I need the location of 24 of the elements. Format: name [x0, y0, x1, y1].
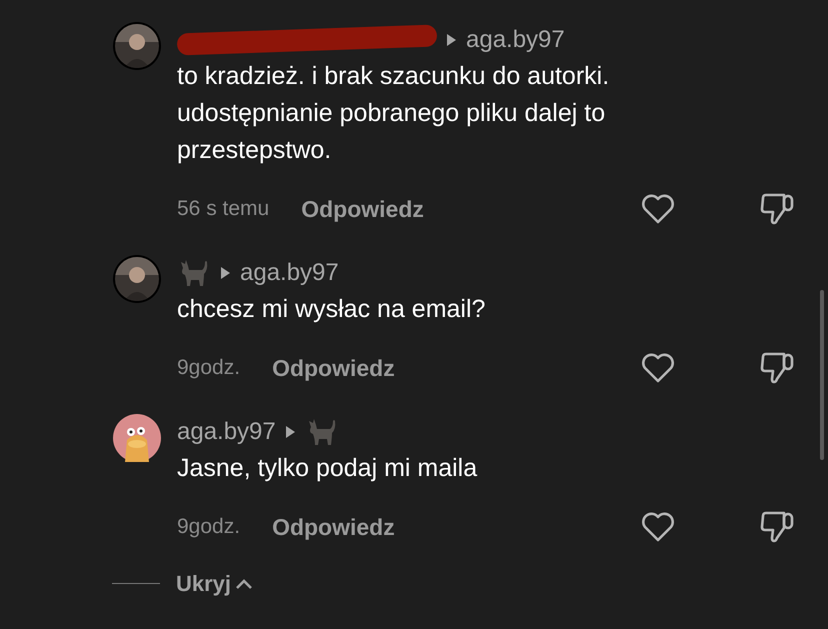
- triangle-icon: [221, 267, 230, 279]
- timestamp: 9godz.: [177, 514, 240, 540]
- timestamp: 9godz.: [177, 355, 240, 382]
- scrollbar[interactable]: [820, 290, 824, 460]
- username[interactable]: aga.by97: [240, 255, 339, 291]
- timestamp: 56 s temu: [177, 196, 270, 222]
- reply-button[interactable]: Odpowiedz: [301, 192, 424, 226]
- username[interactable]: aga.by97: [177, 414, 276, 450]
- thumbs-down-icon[interactable]: [760, 351, 794, 385]
- comment-text: Jasne, tylko podaj mi maila: [177, 453, 478, 484]
- thumbs-down-icon[interactable]: [760, 192, 794, 226]
- hide-replies-button[interactable]: Ukryj: [176, 567, 232, 600]
- username[interactable]: aga.by97: [466, 22, 565, 58]
- reply-button[interactable]: Odpowiedz: [272, 510, 395, 544]
- heart-icon[interactable]: [641, 353, 675, 383]
- comment-text: to kradzież. i brak szacunku do autorki. udostępnianie pobranego pliku dalej to przestepstwo.: [177, 61, 610, 166]
- comment-text: chcesz mi wysłac na email?: [177, 294, 486, 325]
- heart-icon[interactable]: [641, 512, 675, 542]
- triangle-icon: [447, 34, 456, 46]
- heart-icon[interactable]: [641, 194, 675, 224]
- chevron-up-icon[interactable]: [235, 578, 254, 590]
- triangle-icon: [286, 426, 295, 438]
- reply-button[interactable]: Odpowiedz: [272, 350, 395, 386]
- thumbs-down-icon[interactable]: [760, 510, 794, 544]
